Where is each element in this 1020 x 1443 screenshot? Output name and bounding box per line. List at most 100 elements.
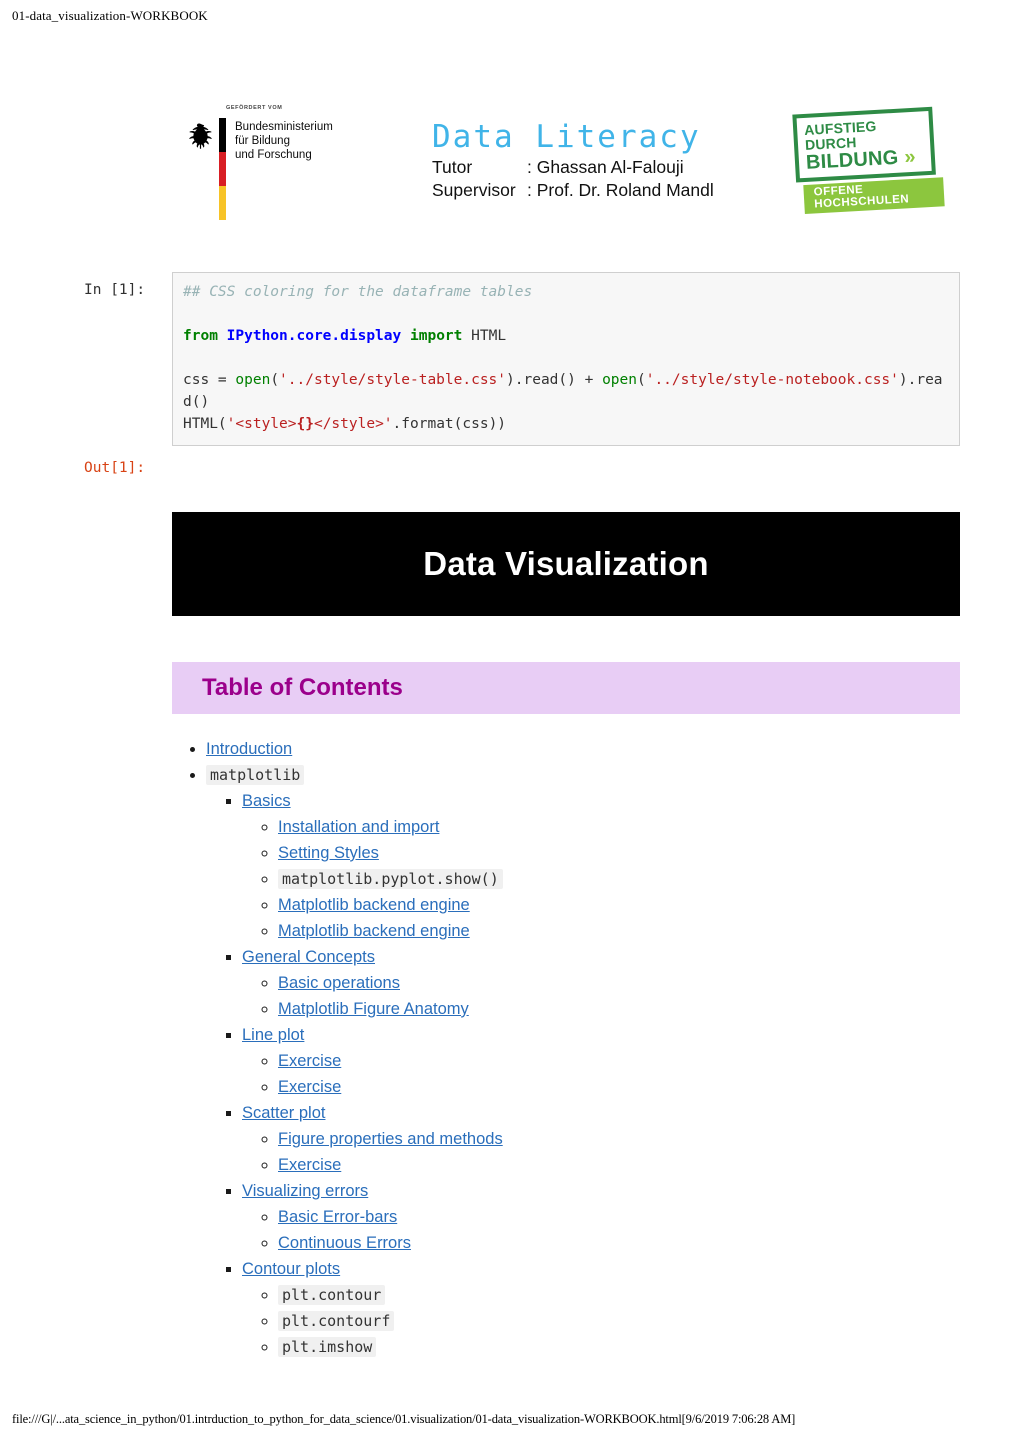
code-keyword-from: from [183, 328, 218, 344]
table-of-contents: Introduction matplotlib Basics Installation… [172, 736, 960, 1360]
supervisor-value: : Prof. Dr. Roland Mandl [527, 180, 714, 200]
bmbf-line-3: und Forschung [235, 149, 312, 161]
toc-link[interactable]: Installation and import [278, 818, 439, 836]
tutor-line: Tutor : Ghassan Al-Falouji [432, 156, 732, 179]
toc-item: Figure properties and methods [278, 1126, 960, 1152]
supervisor-line: Supervisor : Prof. Dr. Roland Mandl [432, 179, 732, 202]
tutor-value: : Ghassan Al-Falouji [527, 157, 684, 177]
code-keyword-import: import [410, 328, 463, 344]
code-format-braces: {} [296, 416, 314, 432]
bmbf-kicker-label: GEFÖRDERT VOM [226, 105, 283, 111]
offene-hochschulen-strip: OFFENE HOCHSCHULEN [803, 177, 945, 215]
toc-code-label[interactable]: matplotlib.pyplot.show() [278, 869, 503, 889]
toc-link[interactable]: Matplotlib Figure Anatomy [278, 1000, 469, 1018]
toc-link[interactable]: Contour plots [242, 1260, 340, 1278]
german-flag-icon [219, 118, 226, 220]
double-chevron-icon: » [903, 145, 914, 169]
code-string-style-notebook: '../style/style-notebook.css' [645, 372, 899, 388]
toc-link[interactable]: Scatter plot [242, 1104, 325, 1122]
toc-code-label[interactable]: matplotlib [206, 765, 305, 785]
toc-link[interactable]: Introduction [206, 740, 292, 758]
code-style-close-tag: </style>' [313, 416, 393, 432]
toc-list-level-3: Figure properties and methods Exercise [242, 1126, 960, 1178]
toc-item: Visualizing errors Basic Error-bars Contin… [242, 1178, 960, 1256]
page-header-title: 01-data_visualization-WORKBOOK [12, 8, 208, 23]
federal-eagle-icon [189, 123, 212, 149]
code-module-path: IPython.core.display [226, 328, 402, 344]
toc-item: Basic Error-bars [278, 1204, 960, 1230]
toc-list-level-3: Basic Error-bars Continuous Errors [242, 1204, 960, 1256]
toc-link[interactable]: Basics [242, 792, 291, 810]
toc-link[interactable]: Matplotlib backend engine [278, 922, 470, 940]
code-fn-open-1: open [235, 372, 271, 388]
code-html-call: HTML( [183, 416, 227, 432]
toc-link[interactable]: Exercise [278, 1078, 341, 1096]
toc-link[interactable]: Exercise [278, 1052, 341, 1070]
table-of-contents-header: Table of Contents [172, 662, 960, 714]
code-imported-name: HTML [471, 328, 507, 344]
output-prompt-label: Out[1]: [84, 460, 146, 476]
toc-item: Exercise [278, 1074, 960, 1100]
toc-item: Matplotlib backend engine [278, 918, 960, 944]
table-of-contents-heading: Table of Contents [202, 674, 403, 701]
toc-item: matplotlib.pyplot.show() [278, 866, 960, 892]
input-prompt-label: In [1]: [84, 282, 146, 298]
logo-banner: GEFÖRDERT VOM Bundesministerium für Bild… [0, 100, 1020, 250]
toc-item: Setting Styles [278, 840, 960, 866]
code-string-style-table: '../style/style-table.css' [279, 372, 507, 388]
data-visualization-title-banner: Data Visualization [172, 512, 960, 616]
toc-item: Contour plotsplt.contourplt.contourfplt.… [242, 1256, 960, 1360]
bmbf-line-1: Bundesministerium [235, 121, 333, 133]
toc-link[interactable]: Matplotlib backend engine [278, 896, 470, 914]
toc-link[interactable]: Basic Error-bars [278, 1208, 397, 1226]
bmbf-logo: GEFÖRDERT VOM Bundesministerium für Bild… [186, 105, 333, 220]
bmbf-wordmark: Bundesministerium für Bildung und Forsch… [235, 118, 333, 162]
toc-item: Basics Installation and import Setting Sty… [242, 788, 960, 944]
toc-item: Matplotlib Figure Anatomy [278, 996, 960, 1022]
supervisor-label: Supervisor [432, 180, 516, 200]
toc-list-level-3: Installation and import Setting Styles mat… [242, 814, 960, 944]
aufstieg-durch-bildung-logo: AUFSTIEG DURCH BILDUNG » OFFENE HOCHSCHU… [792, 106, 959, 215]
toc-item: Basic operations [278, 970, 960, 996]
toc-link[interactable]: Exercise [278, 1156, 341, 1174]
toc-link[interactable]: Figure properties and methods [278, 1130, 503, 1148]
toc-item: Exercise [278, 1152, 960, 1178]
toc-list-level-3: plt.contour plt.contourf plt.imshow [242, 1282, 960, 1360]
notebook-input-cell: In [1]: ## CSS coloring for the datafram… [0, 272, 1020, 446]
notebook-body: GEFÖRDERT VOM Bundesministerium für Bild… [0, 40, 1020, 1360]
code-paren-2: ( [636, 372, 646, 388]
toc-item: plt.contourf [278, 1308, 960, 1334]
bmbf-line-2: für Bildung [235, 135, 290, 147]
toc-link[interactable]: Continuous Errors [278, 1234, 411, 1252]
toc-item: Continuous Errors [278, 1230, 960, 1256]
toc-item: General Concepts Basic operations Matplotl… [242, 944, 960, 1022]
toc-item: Matplotlib backend engine [278, 892, 960, 918]
page-footer-path: file:///G|/...ata_science_in_python/01.i… [12, 1412, 796, 1426]
data-literacy-block: Data Literacy Tutor: Ghassan Al-Falouji … [432, 118, 732, 202]
code-fn-open-2: open [602, 372, 637, 388]
toc-list-level-1: Introduction matplotlib Basics Installation… [172, 736, 960, 1360]
toc-item: Scatter plot Figure properties and method… [242, 1100, 960, 1178]
toc-link[interactable]: General Concepts [242, 948, 375, 966]
toc-code-label[interactable]: plt.contour [278, 1285, 386, 1305]
toc-list-level-3: Exercise Exercise [242, 1048, 960, 1100]
toc-item: Introduction [206, 736, 960, 762]
code-read-concat: ).read() + [506, 372, 603, 388]
data-literacy-title: Data Literacy [432, 119, 701, 155]
toc-list-level-3: Basic operations Matplotlib Figure Anatom… [242, 970, 960, 1022]
code-editor[interactable]: ## CSS coloring for the dataframe tables… [172, 272, 960, 446]
toc-link[interactable]: Visualizing errors [242, 1182, 368, 1200]
code-comment: ## CSS coloring for the dataframe tables [183, 284, 533, 300]
toc-item: plt.imshow [278, 1334, 960, 1360]
code-format-call: .format(css)) [392, 416, 507, 432]
tutor-label: Tutor [432, 157, 473, 177]
toc-list-level-2: Basics Installation and import Setting Sty… [206, 788, 960, 1360]
toc-item: Exercise [278, 1048, 960, 1074]
toc-item: plt.contour [278, 1282, 960, 1308]
toc-link[interactable]: Line plot [242, 1026, 304, 1044]
toc-link[interactable]: Setting Styles [278, 844, 379, 862]
toc-item: matplotlib Basics Installation and import S… [206, 762, 960, 1360]
toc-link[interactable]: Basic operations [278, 974, 400, 992]
toc-code-label[interactable]: plt.contourf [278, 1311, 395, 1331]
toc-code-label[interactable]: plt.imshow [278, 1337, 377, 1357]
